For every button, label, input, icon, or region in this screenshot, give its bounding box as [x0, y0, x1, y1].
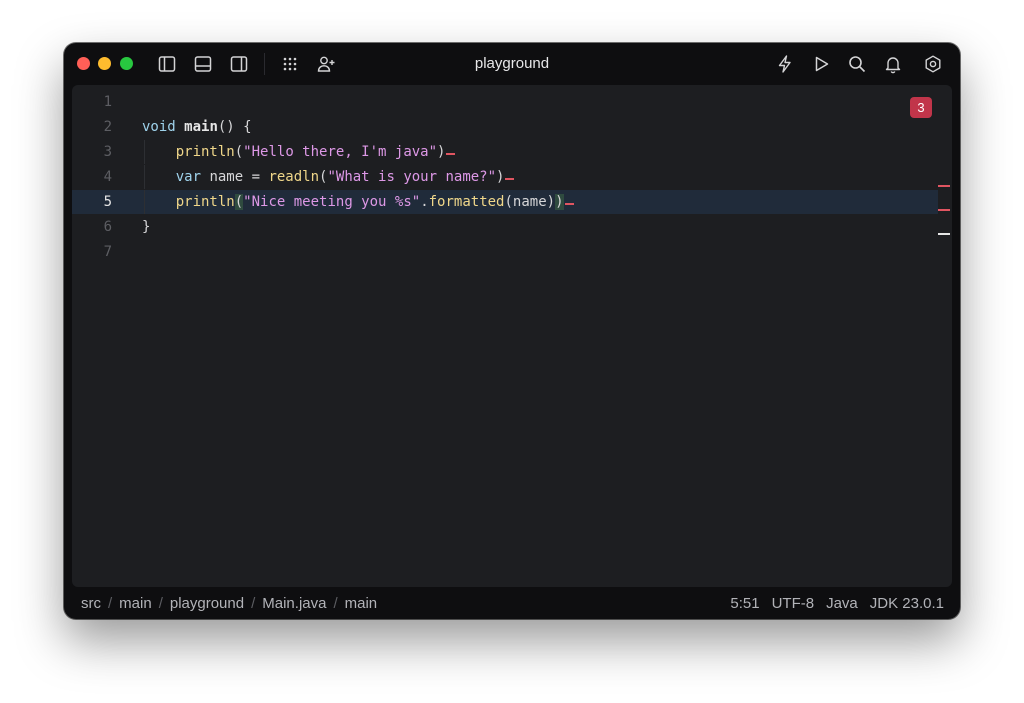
status-bar: src / main / playground / Main.java / main 5:51 U… [64, 591, 960, 617]
string-literal-token: "What is your name?" [327, 169, 497, 185]
search-icon[interactable] [846, 53, 868, 75]
line-code: println("Hello there, I'm java") [142, 140, 456, 164]
line-code: } [142, 215, 150, 239]
line-number: 4 [103, 169, 112, 185]
cursor-position[interactable]: 5:51 [730, 595, 759, 612]
maximize-window-button[interactable] [120, 57, 133, 70]
function-call-token: readln [268, 169, 320, 185]
title-bar: playground [64, 43, 960, 85]
line-code: void main() { [142, 115, 252, 139]
arguments-token: (name) [504, 194, 556, 210]
matched-close-paren: ) [555, 194, 564, 210]
code-line[interactable]: 7 [72, 240, 938, 264]
cursor-position-marker [938, 233, 950, 235]
closing-brace-token: } [142, 219, 151, 235]
keyword-token: var [175, 169, 202, 185]
status-info: 5:51 UTF-8 Java JDK 23.0.1 [718, 591, 944, 617]
breadcrumb-separator: / [251, 595, 256, 612]
close-paren-token: ) [437, 144, 446, 160]
error-marker[interactable] [938, 185, 950, 187]
close-paren-token: ) [496, 169, 505, 185]
error-squiggle[interactable] [446, 153, 456, 155]
line-number: 5 [103, 194, 112, 210]
line-number: 2 [103, 119, 112, 135]
breadcrumb: src / main / playground / Main.java / main [81, 591, 377, 617]
method-name-token: main [184, 119, 218, 135]
function-call-token: formatted [428, 194, 505, 210]
error-marker[interactable] [938, 209, 950, 211]
apps-grid-icon[interactable] [279, 53, 301, 75]
line-number: 3 [103, 144, 112, 160]
line-number: 1 [103, 94, 112, 110]
line-code: var name = readln("What is your name?") [142, 165, 515, 189]
breadcrumb-separator: / [108, 595, 113, 612]
right-sidebar-toggle-icon[interactable] [228, 53, 250, 75]
matched-open-paren: ( [234, 194, 244, 210]
string-literal-token: "Nice meeting you %s" [243, 194, 421, 210]
breadcrumb-separator: / [158, 595, 163, 612]
window-title: playground [474, 55, 550, 72]
ide-window: playground 3 1 2 void main() {3 println… [64, 43, 960, 619]
code-line[interactable]: 6 } [72, 215, 938, 239]
sdk-version[interactable]: JDK 23.0.1 [870, 595, 944, 612]
code-text-token: name = [201, 169, 269, 185]
dot-token: . [420, 194, 429, 210]
error-squiggle[interactable] [505, 178, 515, 180]
settings-icon[interactable] [922, 53, 944, 75]
code-editor[interactable]: 3 1 2 void main() { 3 println("Hello the… [72, 85, 952, 587]
line-number: 7 [103, 244, 112, 260]
breadcrumb-item[interactable]: main [119, 595, 152, 612]
current-code-line[interactable]: 5 println("Nice meeting you %s".formatte… [72, 190, 938, 214]
function-call-token: println [175, 144, 235, 160]
minimize-window-button[interactable] [98, 57, 111, 70]
code-line[interactable]: 4 var name = readln("What is your name?"… [72, 165, 938, 189]
close-window-button[interactable] [77, 57, 90, 70]
string-literal-token: "Hello there, I'm java" [243, 144, 438, 160]
code-line[interactable]: 3 println("Hello there, I'm java") [72, 140, 938, 164]
breadcrumb-item[interactable]: playground [170, 595, 244, 612]
toolbar-divider [264, 53, 265, 75]
breadcrumb-item[interactable]: Main.java [262, 595, 326, 612]
error-squiggle[interactable] [564, 203, 574, 205]
bottom-panel-toggle-icon[interactable] [192, 53, 214, 75]
line-number: 6 [103, 219, 112, 235]
function-call-token: println [175, 194, 235, 210]
line-code: println("Nice meeting you %s".formatted(… [142, 190, 574, 214]
bell-icon[interactable] [882, 53, 904, 75]
lightning-icon[interactable] [774, 53, 796, 75]
left-sidebar-toggle-icon[interactable] [156, 53, 178, 75]
code-line[interactable]: 2 void main() { [72, 115, 938, 139]
language-mode[interactable]: Java [826, 595, 858, 612]
open-paren-token: ( [234, 144, 244, 160]
code-line[interactable]: 1 [72, 90, 938, 114]
keyword-token: void [142, 119, 176, 135]
add-user-icon[interactable] [315, 53, 337, 75]
breadcrumb-item[interactable]: src [81, 595, 101, 612]
breadcrumb-separator: / [333, 595, 338, 612]
run-icon[interactable] [810, 53, 832, 75]
file-encoding[interactable]: UTF-8 [772, 595, 815, 612]
breadcrumb-item[interactable]: main [345, 595, 378, 612]
code-text-token: () { [217, 119, 252, 135]
